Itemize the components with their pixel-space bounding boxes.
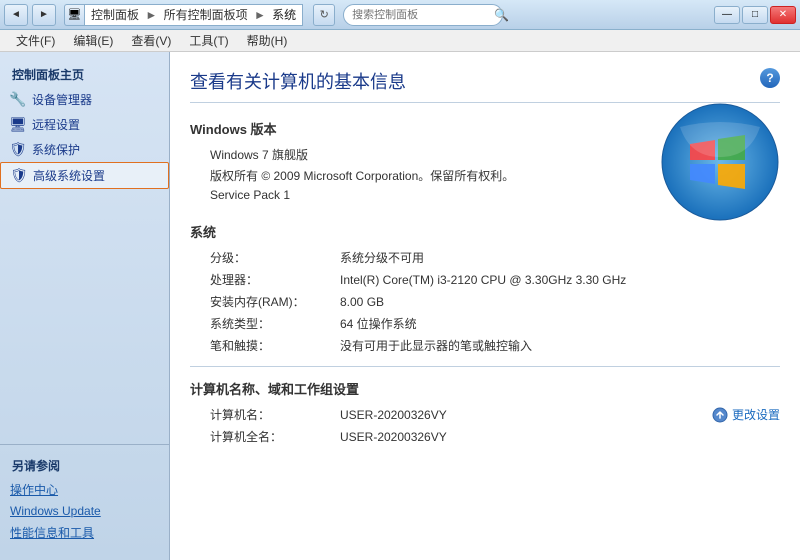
section-divider [190, 366, 780, 367]
label-type: 系统类型： [210, 315, 340, 332]
sidebar-link-windows-update[interactable]: Windows Update [0, 501, 169, 521]
menu-bar: 文件(F) 编辑(E) 查看(V) 工具(T) 帮助(H) [0, 30, 800, 52]
sidebar: 控制面板主页 🔧 设备管理器 🖥 远程设置 🛡 系统保护 🛡 高级系统设置 另请… [0, 52, 170, 560]
change-settings-icon [712, 407, 728, 423]
remote-settings-icon: 🖥 [10, 117, 26, 133]
sidebar-item-label-device: 设备管理器 [32, 91, 92, 108]
sidebar-item-advanced-settings[interactable]: 🛡 高级系统设置 [0, 162, 169, 189]
system-row-processor: 处理器： Intel(R) Core(TM) i3-2120 CPU @ 3.3… [190, 271, 780, 288]
value-rating[interactable]: 系统分级不可用 [340, 249, 424, 266]
sidebar-item-system-protection[interactable]: 🛡 系统保护 [0, 137, 169, 162]
title-bar: ◄ ► 🖥 控制面板 ► 所有控制面板项 ► 系统 ↻ 🔍 — □ [0, 0, 800, 30]
computer-name-label: 计算机名： [210, 406, 340, 423]
back-button[interactable]: ◄ [4, 4, 28, 26]
close-button[interactable]: ✕ [770, 6, 796, 24]
maximize-button[interactable]: □ [742, 6, 768, 24]
service-pack-text: Service Pack 1 [210, 188, 290, 202]
forward-button[interactable]: ► [32, 4, 56, 26]
menu-tools[interactable]: 工具(T) [181, 30, 236, 51]
value-pen: 没有可用于此显示器的笔或触控输入 [340, 337, 532, 354]
menu-edit[interactable]: 编辑(E) [65, 30, 121, 51]
also-see-title: 另请参阅 [0, 453, 169, 478]
sidebar-link-action-center[interactable]: 操作中心 [0, 478, 169, 501]
value-type: 64 位操作系统 [340, 315, 417, 332]
breadcrumb-current: 系统 [272, 8, 296, 22]
sidebar-bottom: 另请参阅 操作中心 Windows Update 性能信息和工具 [0, 444, 169, 552]
label-ram: 安装内存(RAM)： [210, 293, 340, 310]
breadcrumb-part2: 所有控制面板项 [164, 8, 248, 22]
device-manager-icon: 🔧 [10, 92, 26, 108]
sidebar-item-remote-settings[interactable]: 🖥 远程设置 [0, 112, 169, 137]
windows-logo [660, 102, 780, 222]
content-area: ? 查看有关计算机的基本信息 Windows 版本 Windows 7 旗舰版 [170, 52, 800, 560]
search-input[interactable] [352, 9, 494, 21]
search-bar[interactable]: 🔍 [343, 4, 503, 26]
sidebar-item-label-remote: 远程设置 [32, 116, 80, 133]
menu-help[interactable]: 帮助(H) [239, 30, 296, 51]
breadcrumb-sep1: ► [145, 8, 160, 22]
sidebar-main-title[interactable]: 控制面板主页 [0, 60, 169, 87]
sidebar-link-performance[interactable]: 性能信息和工具 [0, 521, 169, 544]
title-controls: — □ ✕ [714, 6, 796, 24]
advanced-settings-icon: 🛡 [11, 168, 27, 184]
sidebar-item-label-advanced: 高级系统设置 [33, 167, 105, 184]
sidebar-item-device-manager[interactable]: 🔧 设备管理器 [0, 87, 169, 112]
menu-file[interactable]: 文件(F) [8, 30, 63, 51]
computer-name-section: 计算机名： USER-20200326VY 更改设置 计算机全名： USER-2… [190, 406, 780, 445]
computer-name-value: USER-20200326VY [340, 408, 712, 422]
minimize-button[interactable]: — [714, 6, 740, 24]
label-processor: 处理器： [210, 271, 340, 288]
computer-fullname-value: USER-20200326VY [340, 430, 780, 444]
help-icon-button[interactable]: ? [760, 68, 780, 88]
system-row-pen: 笔和触摸： 没有可用于此显示器的笔或触控输入 [190, 337, 780, 354]
change-settings-button[interactable]: 更改设置 [712, 406, 780, 423]
system-row-type: 系统类型： 64 位操作系统 [190, 315, 780, 332]
menu-view[interactable]: 查看(V) [123, 30, 179, 51]
label-rating: 分级： [210, 249, 340, 266]
breadcrumb-sep2: ► [254, 8, 269, 22]
search-icon: 🔍 [494, 8, 509, 22]
computer-section-title: 计算机名称、域和工作组设置 [190, 379, 780, 398]
computer-name-row: 计算机名： USER-20200326VY 更改设置 [190, 406, 780, 423]
change-settings-label: 更改设置 [732, 406, 780, 423]
system-row-rating: 分级： 系统分级不可用 [190, 249, 780, 266]
refresh-button[interactable]: ↻ [313, 4, 335, 26]
system-row-ram: 安装内存(RAM)： 8.00 GB [190, 293, 780, 310]
page-title: 查看有关计算机的基本信息 [190, 68, 780, 103]
computer-fullname-row: 计算机全名： USER-20200326VY [190, 428, 780, 445]
title-bar-left: ◄ ► 🖥 控制面板 ► 所有控制面板项 ► 系统 ↻ 🔍 [4, 4, 503, 26]
label-pen: 笔和触摸： [210, 337, 340, 354]
address-icon: 🖥 [64, 4, 84, 26]
system-protection-icon: 🛡 [10, 142, 26, 158]
address-content[interactable]: 控制面板 ► 所有控制面板项 ► 系统 [84, 4, 303, 26]
breadcrumb-part1: 控制面板 [91, 8, 139, 22]
value-ram: 8.00 GB [340, 295, 384, 309]
sidebar-item-label-protection: 系统保护 [32, 141, 80, 158]
address-bar: 🖥 控制面板 ► 所有控制面板项 ► 系统 [64, 4, 303, 26]
windows-edition: Windows 7 旗舰版 [210, 146, 308, 163]
main-layout: 控制面板主页 🔧 设备管理器 🖥 远程设置 🛡 系统保护 🛡 高级系统设置 另请… [0, 52, 800, 560]
copyright-text: 版权所有 © 2009 Microsoft Corporation。保留所有权利… [210, 167, 514, 184]
system-section-title: 系统 [190, 222, 780, 241]
breadcrumb: 控制面板 ► 所有控制面板项 ► 系统 [91, 6, 296, 23]
computer-fullname-label: 计算机全名： [210, 428, 340, 445]
system-section: 系统 分级： 系统分级不可用 处理器： Intel(R) Core(TM) i3… [190, 222, 780, 354]
value-processor: Intel(R) Core(TM) i3-2120 CPU @ 3.30GHz … [340, 273, 626, 287]
